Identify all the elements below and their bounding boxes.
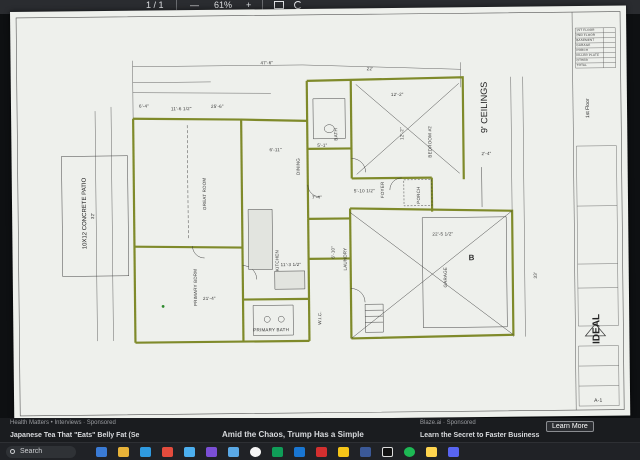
sponsor-right: Blaze.ai · Sponsored — [420, 420, 476, 426]
taskbar-search-label: Search — [20, 448, 43, 455]
screen: 1 / 1 — 61% + 9' CEILINGS GREAT ROOM 10X… — [0, 0, 640, 460]
room-label-dining: DINING — [295, 158, 301, 176]
zoom-out-button[interactable]: — — [190, 0, 199, 10]
dim-porch-a: 2'-4" — [481, 150, 492, 157]
dim-garage-width: 22'-5 1/2" — [432, 231, 454, 237]
room-label-bath: BATH — [333, 128, 339, 141]
dim-bath-a: 5'-1" — [317, 142, 328, 148]
app-icon[interactable] — [360, 447, 371, 457]
dim-side-right: 33' — [532, 272, 538, 279]
zoom-level[interactable]: 61% — [214, 0, 232, 10]
spotify-icon[interactable] — [404, 447, 415, 457]
room-label-kitchen: KITCHEN — [274, 250, 280, 272]
news-bar: Health Matters • Interviews · Sponsored … — [0, 418, 640, 442]
room-label-laundry: LAUNDRY — [342, 247, 348, 271]
dim-foyer-a: 7'-4" — [311, 194, 322, 200]
taskbar: Search — [0, 442, 640, 460]
app-icon[interactable] — [448, 447, 459, 457]
app-icon[interactable] — [272, 447, 283, 457]
taskbar-search[interactable]: Search — [6, 446, 76, 458]
room-label-patio: 10X12 CONCRETE PATIO — [81, 177, 89, 250]
dim-overall-top: 47'-6" — [260, 60, 274, 66]
dim-left-b: 11'-6 1/2" — [170, 106, 192, 112]
dim-dining-width: 6'-11" — [269, 147, 282, 153]
dim-laundry-a: 6'-10" — [330, 245, 336, 259]
dim-side-left: 32' — [90, 212, 96, 220]
sponsor-left: Health Matters • Interviews · Sponsored — [10, 420, 116, 426]
app-icon[interactable] — [338, 447, 349, 457]
headline-center[interactable]: Amid the Chaos, Trump Has a Simple — [222, 430, 364, 439]
mail-icon[interactable] — [184, 447, 195, 457]
learn-more-button[interactable]: Learn More — [546, 421, 594, 432]
ceiling-note: 9' CEILINGS — [478, 81, 490, 134]
title-block-sheet: A-1 — [594, 397, 603, 404]
title-block-area-table: 1ST FLOOR 2ND FLOOR BASEMENT GARAGE PORC… — [576, 28, 604, 68]
room-label-porch: PORCH — [415, 186, 422, 204]
widgets-icon[interactable] — [96, 447, 107, 457]
chrome-icon[interactable] — [250, 447, 261, 457]
fit-page-icon[interactable] — [274, 1, 284, 9]
dim-left-c: 25'-6" — [210, 103, 224, 109]
title-block-company: IDEAL — [591, 313, 603, 344]
dim-primary-bedroom-width: 21'-4" — [202, 295, 216, 301]
dim-foyer-b: 5'-10 1/2" — [353, 188, 375, 194]
app-icon[interactable] — [294, 447, 305, 457]
room-label-primary-bedroom: PRIMARY BDRM — [192, 268, 199, 307]
page-indicator[interactable]: 1 / 1 — [146, 0, 164, 10]
rotate-icon[interactable] — [294, 1, 302, 9]
toolbar-divider — [176, 0, 177, 10]
dim-top-right: 22' — [366, 66, 374, 72]
area-row: TOTAL — [576, 62, 588, 68]
dim-left-a: 6'-4" — [138, 103, 149, 109]
dim-bedroom2-width: 12'-2" — [390, 91, 404, 98]
tiktok-icon[interactable] — [382, 447, 393, 457]
document-page: 9' CEILINGS GREAT ROOM 10X12 CONCRETE PA… — [10, 5, 631, 422]
edge-icon[interactable] — [140, 447, 151, 457]
store-icon[interactable] — [206, 447, 217, 457]
file-explorer-icon[interactable] — [118, 447, 129, 457]
garage-mark: B — [468, 253, 475, 263]
app-icon[interactable] — [426, 447, 437, 457]
room-label-primary-bath: PRIMARY BATH — [253, 327, 290, 333]
search-icon — [10, 449, 15, 454]
floor-plan-drawing — [15, 11, 625, 417]
room-label-bedroom-2: BEDROOM #2 — [427, 126, 433, 158]
app-icon[interactable] — [162, 447, 173, 457]
room-label-wic: W.I.C. — [317, 311, 323, 325]
room-label-garage: GARAGE — [442, 266, 448, 288]
title-block-subtitle: 1st Floor — [584, 98, 592, 118]
room-label-great-room: GREAT ROOM — [201, 177, 208, 210]
room-label-foyer: FOYER — [379, 181, 385, 199]
dim-kitchen-width: 11'-3 1/2" — [280, 261, 302, 268]
headline-right[interactable]: Learn the Secret to Faster Business — [420, 432, 539, 439]
dim-bedroom2-height: 12'-2" — [399, 127, 405, 140]
headline-left[interactable]: Japanese Tea That "Eats" Belly Fat (Se — [10, 432, 139, 439]
app-icon[interactable] — [228, 447, 239, 457]
app-icon[interactable] — [316, 447, 327, 457]
